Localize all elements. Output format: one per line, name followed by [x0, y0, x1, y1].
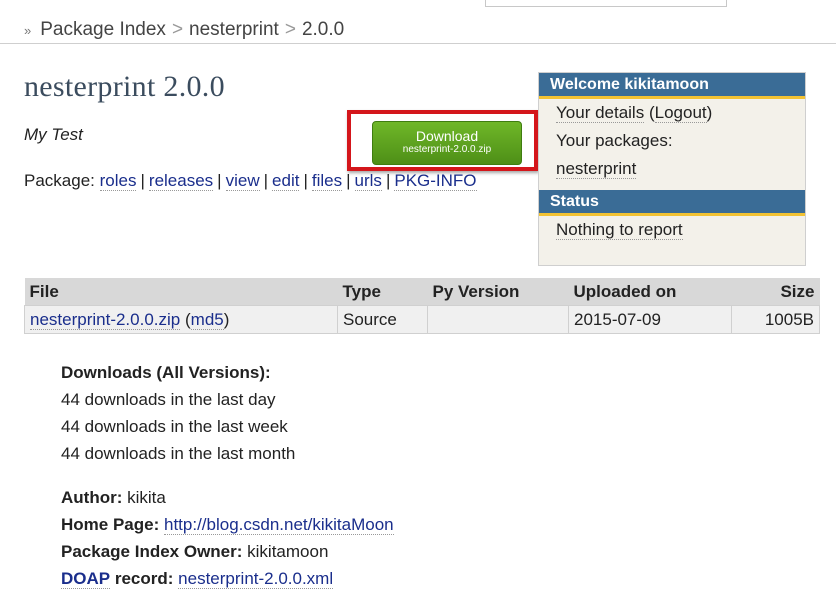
md5-link[interactable]: md5	[190, 309, 224, 330]
homepage-row: Home Page: http://blog.csdn.net/kikitaMo…	[61, 511, 394, 538]
breadcrumb-raquo-icon: »	[24, 23, 32, 38]
table-header-row: File Type Py Version Uploaded on Size	[24, 278, 820, 306]
logout-paren: )	[706, 103, 713, 122]
your-packages-label: Your packages:	[556, 131, 673, 150]
author-value: kikita	[127, 488, 166, 507]
package-summary: My Test	[24, 125, 83, 144]
column-file: File	[24, 278, 338, 306]
link-separator: |	[217, 171, 222, 190]
column-uploaded-on: Uploaded on	[568, 278, 732, 306]
doap-file-link[interactable]: nesterprint-2.0.0.xml	[178, 569, 334, 589]
logout-link[interactable]: Logout	[654, 103, 707, 123]
homepage-label: Home Page:	[61, 515, 160, 534]
files-table: File Type Py Version Uploaded on Size ne…	[24, 278, 820, 334]
cell-file: nesterprint-2.0.0.zip (md5)	[24, 305, 338, 334]
package-meta: Author: kikita Home Page: http://blog.cs…	[61, 484, 394, 592]
link-releases[interactable]: releases	[148, 171, 214, 191]
package-links-label: Package:	[24, 171, 95, 190]
link-separator: |	[140, 171, 145, 190]
breadcrumb-version: 2.0.0	[301, 19, 345, 40]
link-view[interactable]: view	[225, 171, 260, 191]
logout-paren: (	[648, 103, 655, 122]
downloads-day: 44 downloads in the last day	[61, 390, 276, 409]
package-links: Package: roles | releases | view | edit | files |…	[24, 171, 477, 191]
link-pkg-info[interactable]: PKG-INFO	[394, 171, 477, 191]
cell-uploaded-on: 2015-07-09	[568, 305, 732, 334]
downloads-section: Downloads (All Versions): 44 downloads i…	[61, 359, 295, 467]
cell-size: 1005B	[731, 305, 820, 334]
link-edit[interactable]: edit	[272, 171, 300, 191]
your-details-link[interactable]: Your details	[556, 103, 645, 123]
breadcrumb-package-index[interactable]: Package Index	[40, 19, 166, 41]
author-row: Author: kikita	[61, 484, 394, 511]
breadcrumb: » Package Index > nesterprint > 2.0.0	[24, 19, 344, 41]
link-separator: |	[346, 171, 351, 190]
breadcrumb-package[interactable]: nesterprint	[189, 19, 279, 41]
column-size: Size	[731, 278, 820, 306]
link-separator: |	[263, 171, 269, 190]
status-header: Status	[539, 190, 805, 216]
link-urls[interactable]: urls	[354, 171, 382, 191]
header-divider	[0, 43, 836, 44]
welcome-header: Welcome kikitamoon	[539, 73, 805, 99]
breadcrumb-separator: >	[171, 19, 184, 40]
status-row: Nothing to report	[539, 216, 805, 244]
md5-paren: )	[223, 309, 230, 329]
owner-label: Package Index Owner:	[61, 542, 243, 561]
cell-type: Source	[337, 305, 428, 334]
page-title: nesterprint 2.0.0	[24, 70, 225, 103]
record-label: record:	[114, 569, 174, 588]
doap-row: DOAP record: nesterprint-2.0.0.xml	[61, 565, 394, 592]
download-highlight-box	[347, 110, 538, 171]
link-separator: |	[385, 171, 391, 190]
package-list-item: nesterprint	[539, 155, 805, 183]
downloads-month: 44 downloads in the last month	[61, 444, 296, 463]
author-label: Author:	[61, 488, 123, 507]
user-package-link[interactable]: nesterprint	[556, 159, 637, 179]
link-separator: |	[303, 171, 308, 190]
cell-py-version	[427, 305, 569, 334]
downloads-heading: Downloads (All Versions):	[61, 363, 271, 382]
user-sidebar: Welcome kikitamoon Your details (Logout)…	[538, 72, 806, 266]
link-files[interactable]: files	[311, 171, 343, 191]
search-box-edge[interactable]	[485, 0, 727, 7]
table-row: nesterprint-2.0.0.zip (md5) Source 2015-…	[24, 305, 820, 334]
column-py-version: Py Version	[427, 278, 569, 306]
breadcrumb-separator: >	[284, 19, 296, 40]
md5-paren: (	[184, 309, 191, 329]
link-roles[interactable]: roles	[99, 171, 137, 191]
owner-value: kikitamoon	[247, 542, 329, 561]
file-link[interactable]: nesterprint-2.0.0.zip	[30, 309, 181, 330]
status-link[interactable]: Nothing to report	[556, 220, 683, 240]
homepage-link[interactable]: http://blog.csdn.net/kikitaMoon	[163, 515, 394, 535]
doap-link[interactable]: DOAP	[61, 569, 111, 589]
details-row: Your details (Logout)	[539, 99, 805, 127]
column-type: Type	[337, 278, 428, 306]
owner-row: Package Index Owner: kikitamoon	[61, 538, 394, 565]
downloads-week: 44 downloads in the last week	[61, 417, 288, 436]
